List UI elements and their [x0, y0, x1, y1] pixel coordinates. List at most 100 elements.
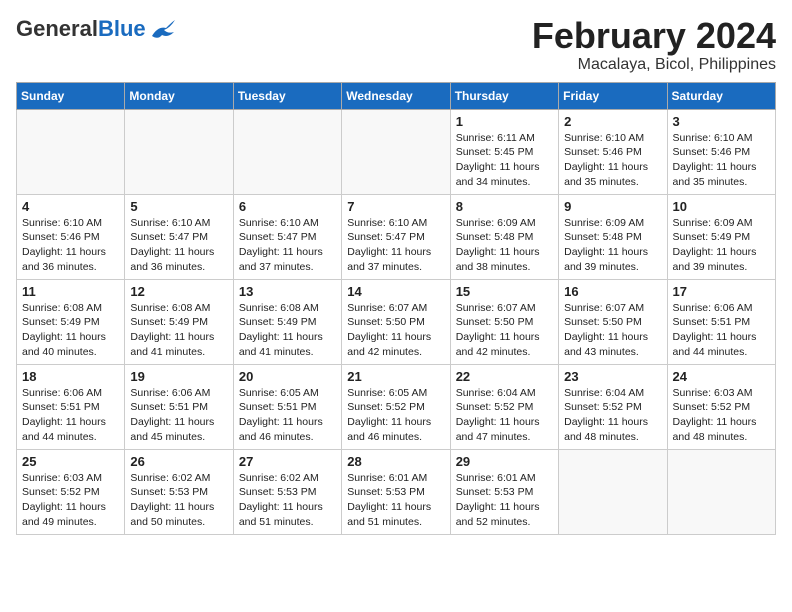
day-number: 14: [347, 284, 444, 299]
day-info: Sunrise: 6:06 AMSunset: 5:51 PMDaylight:…: [130, 386, 227, 445]
day-info: Sunrise: 6:03 AMSunset: 5:52 PMDaylight:…: [22, 471, 119, 530]
calendar-cell: 2Sunrise: 6:10 AMSunset: 5:46 PMDaylight…: [559, 109, 667, 194]
day-number: 26: [130, 454, 227, 469]
day-number: 4: [22, 199, 119, 214]
calendar-cell: 21Sunrise: 6:05 AMSunset: 5:52 PMDayligh…: [342, 364, 450, 449]
calendar-week-3: 11 Sunrise: 6:08 AMSunset: 5:49 PMDayligh…: [17, 279, 776, 364]
day-info: Sunrise: 6:10 AMSunset: 5:46 PMDaylight:…: [673, 131, 770, 190]
calendar-header-friday: Friday: [559, 82, 667, 109]
day-info: Sunrise: 6:03 AMSunset: 5:52 PMDaylight:…: [673, 386, 770, 445]
calendar-cell: 17 Sunrise: 6:06 AMSunset: 5:51 PMDayligh…: [667, 279, 775, 364]
calendar-header-row: SundayMondayTuesdayWednesdayThursdayFrid…: [17, 82, 776, 109]
day-info: Sunrise: 6:08 AMSunset: 5:49 PMDaylight:…: [22, 301, 119, 360]
day-number: 20: [239, 369, 336, 384]
day-number: 12: [130, 284, 227, 299]
day-info: Sunrise: 6:07 AMSunset: 5:50 PMDaylight:…: [456, 301, 553, 360]
calendar-table: SundayMondayTuesdayWednesdayThursdayFrid…: [16, 82, 776, 535]
day-info: Sunrise: 6:09 AMSunset: 5:48 PMDaylight:…: [564, 216, 661, 275]
day-number: 6: [239, 199, 336, 214]
day-number: 29: [456, 454, 553, 469]
day-info: Sunrise: 6:07 AMSunset: 5:50 PMDaylight:…: [347, 301, 444, 360]
day-info: Sunrise: 6:10 AMSunset: 5:46 PMDaylight:…: [22, 216, 119, 275]
day-info: Sunrise: 6:06 AMSunset: 5:51 PMDaylight:…: [22, 386, 119, 445]
day-info: Sunrise: 6:02 AMSunset: 5:53 PMDaylight:…: [130, 471, 227, 530]
title-area: February 2024 Macalaya, Bicol, Philippin…: [532, 16, 776, 74]
month-year-title: February 2024: [532, 16, 776, 56]
day-info: Sunrise: 6:08 AMSunset: 5:49 PMDaylight:…: [130, 301, 227, 360]
calendar-cell: [342, 109, 450, 194]
calendar-cell: [233, 109, 341, 194]
calendar-week-5: 25 Sunrise: 6:03 AMSunset: 5:52 PMDayligh…: [17, 449, 776, 534]
calendar-cell: 8 Sunrise: 6:09 AMSunset: 5:48 PMDaylight…: [450, 194, 558, 279]
page-header: GeneralBlue February 2024 Macalaya, Bico…: [16, 16, 776, 74]
day-info: Sunrise: 6:02 AMSunset: 5:53 PMDaylight:…: [239, 471, 336, 530]
calendar-cell: 6 Sunrise: 6:10 AMSunset: 5:47 PMDaylight…: [233, 194, 341, 279]
calendar-cell: 14 Sunrise: 6:07 AMSunset: 5:50 PMDayligh…: [342, 279, 450, 364]
calendar-header-wednesday: Wednesday: [342, 82, 450, 109]
calendar-header-sunday: Sunday: [17, 82, 125, 109]
day-number: 1: [456, 114, 553, 129]
day-number: 15: [456, 284, 553, 299]
day-number: 27: [239, 454, 336, 469]
calendar-cell: 29 Sunrise: 6:01 AMSunset: 5:53 PMDayligh…: [450, 449, 558, 534]
calendar-cell: 18 Sunrise: 6:06 AMSunset: 5:51 PMDayligh…: [17, 364, 125, 449]
location-subtitle: Macalaya, Bicol, Philippines: [532, 56, 776, 74]
logo-general: General: [16, 16, 98, 42]
calendar-cell: [559, 449, 667, 534]
day-number: 17: [673, 284, 770, 299]
day-number: 25: [22, 454, 119, 469]
day-number: 19: [130, 369, 227, 384]
calendar-cell: 12 Sunrise: 6:08 AMSunset: 5:49 PMDayligh…: [125, 279, 233, 364]
day-number: 28: [347, 454, 444, 469]
calendar-cell: [17, 109, 125, 194]
calendar-cell: 19 Sunrise: 6:06 AMSunset: 5:51 PMDayligh…: [125, 364, 233, 449]
day-number: 9: [564, 199, 661, 214]
calendar-cell: 15 Sunrise: 6:07 AMSunset: 5:50 PMDayligh…: [450, 279, 558, 364]
day-number: 18: [22, 369, 119, 384]
calendar-header-saturday: Saturday: [667, 82, 775, 109]
day-info: Sunrise: 6:10 AMSunset: 5:47 PMDaylight:…: [239, 216, 336, 275]
calendar-week-1: 1 Sunrise: 6:11 AMSunset: 5:45 PMDaylight…: [17, 109, 776, 194]
calendar-cell: 5 Sunrise: 6:10 AMSunset: 5:47 PMDaylight…: [125, 194, 233, 279]
day-number: 11: [22, 284, 119, 299]
day-info: Sunrise: 6:05 AMSunset: 5:52 PMDaylight:…: [347, 386, 444, 445]
calendar-cell: 22 Sunrise: 6:04 AMSunset: 5:52 PMDayligh…: [450, 364, 558, 449]
day-number: 23: [564, 369, 661, 384]
day-number: 16: [564, 284, 661, 299]
calendar-cell: 9 Sunrise: 6:09 AMSunset: 5:48 PMDaylight…: [559, 194, 667, 279]
logo: GeneralBlue: [16, 16, 176, 42]
calendar-cell: [125, 109, 233, 194]
day-number: 5: [130, 199, 227, 214]
day-number: 2: [564, 114, 661, 129]
day-info: Sunrise: 6:04 AMSunset: 5:52 PMDaylight:…: [456, 386, 553, 445]
day-number: 8: [456, 199, 553, 214]
day-info: Sunrise: 6:07 AMSunset: 5:50 PMDaylight:…: [564, 301, 661, 360]
calendar-cell: 11 Sunrise: 6:08 AMSunset: 5:49 PMDayligh…: [17, 279, 125, 364]
calendar-cell: 10 Sunrise: 6:09 AMSunset: 5:49 PMDayligh…: [667, 194, 775, 279]
day-number: 7: [347, 199, 444, 214]
day-info: Sunrise: 6:10 AMSunset: 5:47 PMDaylight:…: [130, 216, 227, 275]
day-number: 10: [673, 199, 770, 214]
calendar-cell: 3Sunrise: 6:10 AMSunset: 5:46 PMDaylight…: [667, 109, 775, 194]
day-number: 22: [456, 369, 553, 384]
day-info: Sunrise: 6:05 AMSunset: 5:51 PMDaylight:…: [239, 386, 336, 445]
calendar-cell: [667, 449, 775, 534]
day-info: Sunrise: 6:01 AMSunset: 5:53 PMDaylight:…: [347, 471, 444, 530]
day-info: Sunrise: 6:01 AMSunset: 5:53 PMDaylight:…: [456, 471, 553, 530]
day-info: Sunrise: 6:09 AMSunset: 5:48 PMDaylight:…: [456, 216, 553, 275]
calendar-cell: 7 Sunrise: 6:10 AMSunset: 5:47 PMDaylight…: [342, 194, 450, 279]
day-info: Sunrise: 6:11 AMSunset: 5:45 PMDaylight:…: [456, 131, 553, 190]
day-info: Sunrise: 6:04 AMSunset: 5:52 PMDaylight:…: [564, 386, 661, 445]
day-info: Sunrise: 6:10 AMSunset: 5:47 PMDaylight:…: [347, 216, 444, 275]
calendar-cell: 26 Sunrise: 6:02 AMSunset: 5:53 PMDayligh…: [125, 449, 233, 534]
calendar-week-4: 18 Sunrise: 6:06 AMSunset: 5:51 PMDayligh…: [17, 364, 776, 449]
calendar-cell: 13Sunrise: 6:08 AMSunset: 5:49 PMDayligh…: [233, 279, 341, 364]
day-info: Sunrise: 6:09 AMSunset: 5:49 PMDaylight:…: [673, 216, 770, 275]
logo-bird-icon: [148, 18, 176, 40]
calendar-cell: 25 Sunrise: 6:03 AMSunset: 5:52 PMDayligh…: [17, 449, 125, 534]
calendar-cell: 24Sunrise: 6:03 AMSunset: 5:52 PMDayligh…: [667, 364, 775, 449]
calendar-header-monday: Monday: [125, 82, 233, 109]
day-info: Sunrise: 6:06 AMSunset: 5:51 PMDaylight:…: [673, 301, 770, 360]
day-info: Sunrise: 6:08 AMSunset: 5:49 PMDaylight:…: [239, 301, 336, 360]
calendar-cell: 28 Sunrise: 6:01 AMSunset: 5:53 PMDayligh…: [342, 449, 450, 534]
